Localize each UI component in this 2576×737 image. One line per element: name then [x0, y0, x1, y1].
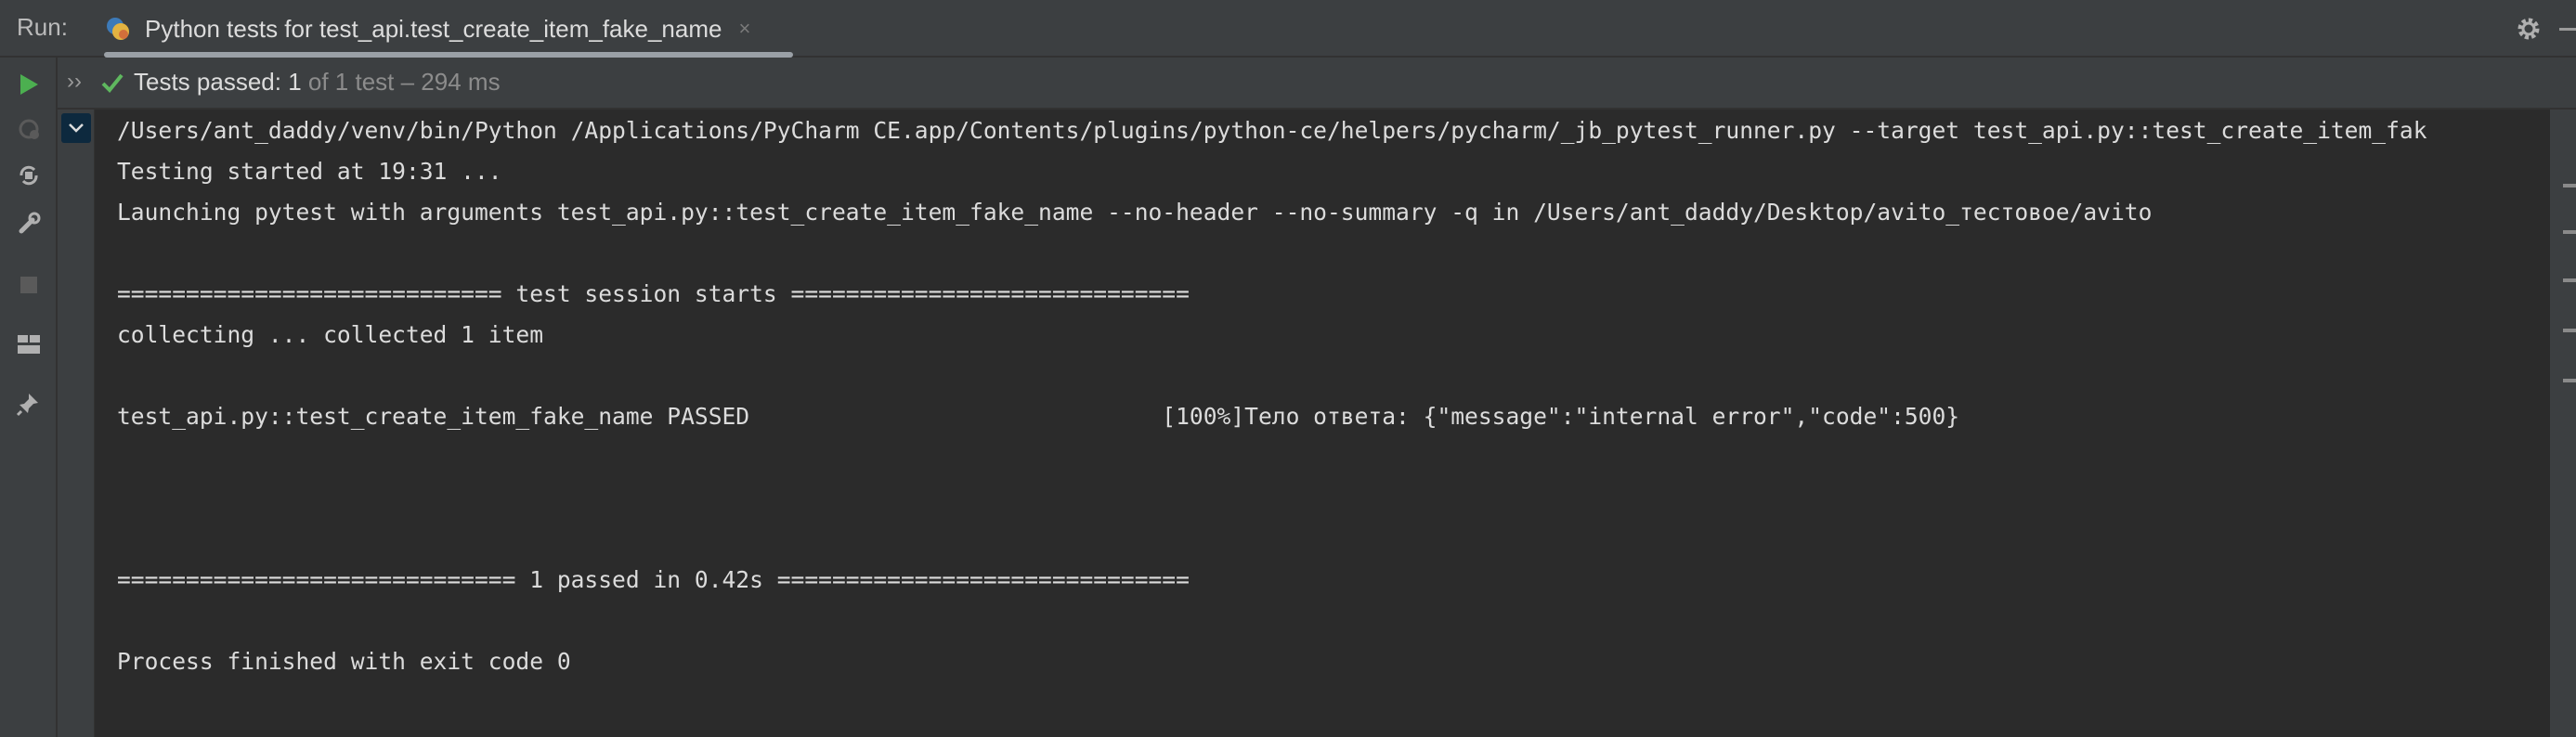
stop-button[interactable] [13, 269, 45, 301]
console-line: ============================= 1 passed i… [117, 566, 1190, 593]
console-line: ============================ test sessio… [117, 280, 1190, 307]
console-line: Process finished with exit code 0 [117, 648, 571, 675]
close-tab-icon[interactable]: × [738, 17, 750, 41]
run-label: Run: [17, 13, 68, 41]
console-line: /Users/ant_daddy/venv/bin/Python /Applic… [117, 117, 2427, 144]
test-status-text: Tests passed: 1 of 1 test – 294 ms [134, 68, 501, 97]
run-toolwindow-header: Run: Python tests for test_api.test_crea… [0, 0, 2576, 58]
console-line: Testing started at 19:31 ... [117, 158, 502, 185]
python-test-icon [107, 18, 129, 40]
console-line: collecting ... collected 1 item [117, 321, 544, 348]
pin-button[interactable] [13, 388, 45, 420]
scroll-to-end-icon[interactable] [2563, 278, 2576, 282]
tab-title: Python tests for test_api.test_create_it… [145, 14, 722, 43]
auto-test-icon [20, 165, 38, 186]
soft-wrap-icon[interactable] [2563, 230, 2576, 234]
print-icon[interactable] [2563, 329, 2576, 332]
rerun-button[interactable] [13, 69, 45, 100]
wrench-icon [19, 212, 41, 234]
play-icon [20, 74, 38, 95]
chevron-down-icon [69, 123, 84, 133]
run-toolbar [0, 58, 58, 737]
test-summary-detail: of 1 test – 294 ms [301, 68, 501, 96]
test-tree-root[interactable] [61, 113, 91, 143]
check-icon [101, 73, 124, 93]
console-line: Launching pytest with arguments test_api… [117, 199, 2153, 226]
gear-icon[interactable] [2515, 15, 2543, 43]
rerun-failed-icon [19, 119, 39, 139]
test-tree-panel [58, 110, 95, 737]
stop-icon [20, 277, 37, 293]
settings-button[interactable] [13, 208, 45, 239]
layout-button[interactable] [13, 329, 45, 360]
rerun-failed-button[interactable] [13, 113, 45, 145]
console-line: test_api.py::test_create_item_fake_name … [117, 403, 1960, 430]
layout-icon [18, 335, 40, 354]
toggle-auto-test-button[interactable] [13, 160, 45, 191]
pin-icon [16, 394, 38, 417]
test-status-bar: ›› Tests passed: 1 of 1 test – 294 ms [58, 58, 2576, 110]
scroll-up-icon[interactable] [2563, 184, 2576, 187]
minimize-icon[interactable] [2559, 28, 2576, 31]
console-output[interactable]: /Users/ant_daddy/venv/bin/Python /Applic… [95, 110, 2550, 737]
trash-icon[interactable] [2563, 379, 2576, 382]
expand-tree-icon[interactable]: ›› [67, 69, 82, 95]
console-side-toolbar [2550, 110, 2576, 737]
passed-count: 1 [288, 68, 302, 96]
passed-label: Tests passed: [134, 68, 289, 96]
run-config-tab[interactable]: Python tests for test_api.test_create_it… [93, 0, 799, 58]
